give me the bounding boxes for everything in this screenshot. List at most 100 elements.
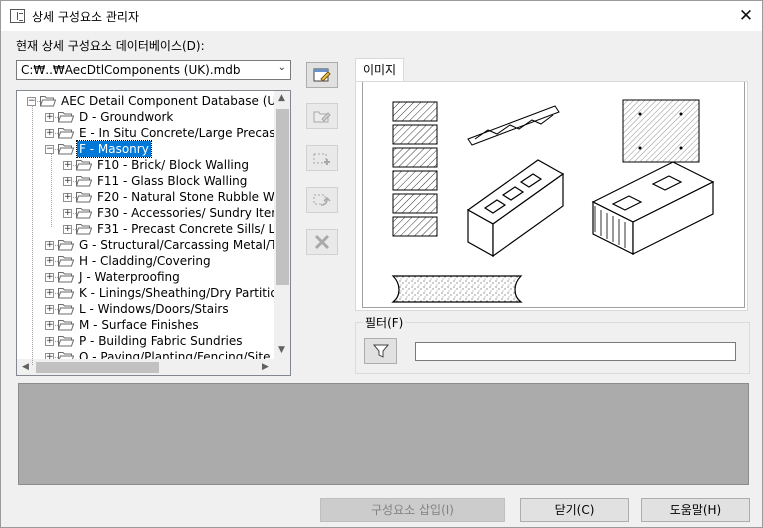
delete-icon: [314, 234, 330, 250]
expand-icon[interactable]: +: [45, 257, 54, 266]
tree-item[interactable]: + M - Surface Finishes: [17, 317, 274, 333]
tree-connector: [51, 153, 52, 227]
folder-icon: [58, 335, 74, 347]
tree-item-label: F - Masonry: [76, 140, 152, 158]
tree-item[interactable]: + D - Groundwork: [17, 109, 274, 125]
scroll-right-icon[interactable]: ▶: [262, 362, 269, 372]
database-combo-value: C:₩..₩AecDtlComponents (UK).mdb: [21, 63, 241, 77]
tree-item[interactable]: + F10 - Brick/ Block Walling: [17, 157, 274, 173]
edit-component-button[interactable]: [306, 103, 338, 129]
close-icon[interactable]: ✕: [731, 3, 761, 29]
filter-label: 필터(F): [363, 314, 406, 331]
folder-icon: [76, 191, 92, 203]
tree-root-item[interactable]: − AEC Detail Component Database (UK): [17, 93, 289, 109]
tree-item[interactable]: + H - Cladding/Covering: [17, 253, 274, 269]
folder-icon: [58, 287, 74, 299]
close-button[interactable]: 닫기(C): [520, 498, 629, 522]
folder-icon: [58, 319, 74, 331]
tree-horizontal-scrollbar[interactable]: ◀ ▶: [17, 359, 290, 375]
new-component-icon: [313, 153, 330, 165]
database-combo[interactable]: C:₩..₩AecDtlComponents (UK).mdb ⌄: [16, 60, 291, 80]
expand-icon[interactable]: +: [45, 321, 54, 330]
component-tree[interactable]: +Q - Paving/Planting/Fencing/Site Furnit…: [16, 90, 291, 376]
title-bar: 상세 구성요소 관리자 ✕: [1, 1, 762, 31]
expand-icon[interactable]: +: [45, 129, 54, 138]
tree-item[interactable]: + P - Building Fabric Sundries: [17, 333, 274, 349]
tree-item[interactable]: + L - Windows/Doors/Stairs: [17, 301, 274, 317]
masonry-preview-drawing: [391, 99, 715, 303]
filter-button[interactable]: [364, 338, 397, 364]
chevron-down-icon[interactable]: ⌄: [278, 62, 286, 73]
tree-item[interactable]: + E - In Situ Concrete/Large Precast Conc…: [17, 125, 290, 141]
detail-component-manager-window: 상세 구성요소 관리자 ✕ 현재 상세 구성요소 데이터베이스(D): C:₩.…: [0, 0, 763, 528]
tree-item[interactable]: + F20 - Natural Stone Rubble Walling: [17, 189, 290, 205]
folder-icon: [58, 127, 74, 139]
tree-item-label: G - Structural/Carcassing Metal/Timber: [79, 238, 291, 252]
tree-connector: [32, 105, 33, 365]
expand-icon[interactable]: +: [45, 113, 54, 122]
folder-icon: [76, 207, 92, 219]
tree-item[interactable]: + K - Linings/Sheathing/Dry Partitioning: [17, 285, 290, 301]
copy-component-button[interactable]: [306, 187, 338, 213]
folder-icon: [58, 271, 74, 283]
folder-icon: [76, 175, 92, 187]
collapse-icon[interactable]: −: [45, 145, 54, 154]
folder-icon: [76, 159, 92, 171]
folder-icon: [76, 223, 92, 235]
folder-icon: [40, 95, 56, 107]
description-panel: [18, 383, 749, 485]
help-button[interactable]: 도움말(H): [641, 498, 750, 522]
tree-horizontal-thumb[interactable]: [36, 362, 159, 373]
tab-image[interactable]: 이미지: [355, 58, 404, 82]
expand-icon[interactable]: +: [45, 337, 54, 346]
database-label: 현재 상세 구성요소 데이터베이스(D):: [16, 39, 205, 53]
tree-item-label: AEC Detail Component Database (UK): [61, 94, 289, 108]
folder-icon: [58, 255, 74, 267]
insert-component-button[interactable]: 구성요소 삽입(I): [320, 498, 505, 522]
tree-item-label: F10 - Brick/ Block Walling: [97, 158, 249, 172]
tree-item[interactable]: − F - Masonry: [17, 140, 274, 158]
tree-item[interactable]: + F11 - Glass Block Walling: [17, 173, 274, 189]
expand-icon[interactable]: +: [63, 225, 72, 234]
expand-icon[interactable]: +: [63, 161, 72, 170]
tree-item-label: H - Cladding/Covering: [79, 254, 211, 268]
edit-database-icon: [313, 68, 331, 82]
expand-icon[interactable]: +: [45, 273, 54, 282]
scroll-down-icon[interactable]: ▼: [278, 345, 285, 355]
edit-component-icon: [313, 111, 331, 123]
scroll-up-icon[interactable]: ▲: [278, 93, 285, 103]
tree-item-label: F30 - Accessories/ Sundry Items: [97, 206, 290, 220]
expand-icon[interactable]: +: [45, 241, 54, 250]
new-component-button[interactable]: [306, 145, 338, 171]
folder-icon: [58, 111, 74, 123]
tree-item[interactable]: + G - Structural/Carcassing Metal/Timber: [17, 237, 290, 253]
image-panel: [355, 81, 748, 311]
tree-item-label: D - Groundwork: [79, 110, 174, 124]
expand-icon[interactable]: +: [45, 289, 54, 298]
expand-icon[interactable]: +: [63, 209, 72, 218]
tree-item-label: M - Surface Finishes: [79, 318, 199, 332]
expand-icon[interactable]: +: [45, 305, 54, 314]
tree-item-label: F11 - Glass Block Walling: [97, 174, 248, 188]
delete-button[interactable]: [306, 229, 338, 255]
tree-vertical-thumb[interactable]: [276, 109, 289, 285]
folder-icon: [58, 303, 74, 315]
filter-input[interactable]: [415, 342, 736, 361]
folder-icon: [58, 239, 74, 251]
edit-database-button[interactable]: [306, 62, 338, 88]
tree-item-label: F31 - Precast Concrete Sills/ Lintels: [97, 222, 291, 236]
tree-item-label: K - Linings/Sheathing/Dry Partitioning: [79, 286, 291, 300]
copy-component-icon: [313, 194, 331, 206]
tree-item-label: F20 - Natural Stone Rubble Walling: [97, 190, 291, 204]
expand-icon[interactable]: +: [63, 177, 72, 186]
tree-item-label: L - Windows/Doors/Stairs: [79, 302, 229, 316]
folder-icon: [58, 143, 74, 155]
tree-vertical-scrollbar[interactable]: ▲ ▼: [274, 91, 290, 359]
tree-item[interactable]: + F31 - Precast Concrete Sills/ Lintels: [17, 221, 290, 237]
tree-item[interactable]: + F30 - Accessories/ Sundry Items: [17, 205, 289, 221]
window-title: 상세 구성요소 관리자: [32, 10, 139, 24]
expand-icon[interactable]: +: [63, 193, 72, 202]
tree-item[interactable]: + J - Waterproofing: [17, 269, 274, 285]
tree-item-label: P - Building Fabric Sundries: [79, 334, 243, 348]
scroll-left-icon[interactable]: ◀: [22, 362, 29, 372]
